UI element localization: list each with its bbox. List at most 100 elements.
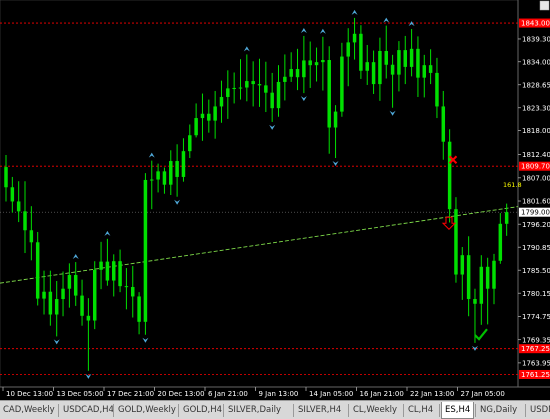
candle-body [314,62,319,66]
candle-body [378,50,382,85]
candle-body [188,135,192,152]
time-tick-label: 6 Jan 21:00 [208,390,248,398]
candle-body [226,88,230,97]
price-tick-label: 1818.00 [522,127,550,135]
fib-level-label: 161.8 [503,181,522,189]
candle-body [150,179,154,181]
candle-body [73,274,78,296]
chart-background [0,0,550,419]
candle-body [365,62,369,71]
candle-body [435,72,439,107]
candle-body [48,291,53,315]
price-tick-label: 1785.50 [522,267,550,275]
candle-body [289,69,293,77]
candle-body [245,81,249,88]
candle-body [181,151,186,177]
chart-tab[interactable]: GOLD,H4 [180,403,222,418]
window-close-icon[interactable] [539,0,550,11]
price-tick-label: 1796.20 [522,221,550,229]
candle-body [118,261,122,287]
candle-body [321,60,325,63]
candle-body [295,69,300,78]
chart-tab[interactable]: SILVER,Daily [225,403,292,418]
time-tick-label: 14 Jan 05:00 [309,390,353,398]
candle-body [80,295,84,316]
tab-separator [525,404,526,417]
chart-tab[interactable]: SILVER,H4 [295,403,347,418]
price-label-text: 1809.70 [521,163,550,171]
candle-body [466,255,471,300]
candle-body [143,179,148,322]
candle-body [333,111,338,128]
candle-body [270,92,274,109]
candle-body [219,96,224,107]
candle-body [485,266,490,289]
candle-body [92,269,97,321]
candle-body [390,64,395,75]
price-tick-label: 1839.30 [522,36,550,44]
candle-body [359,33,363,71]
chart-tab[interactable]: GOLD,Weekly [115,403,177,418]
candle-body [479,266,484,304]
candle-body [137,296,141,322]
price-label-text: 1761.25 [521,371,550,379]
candle-body [371,62,376,85]
candle-body [340,56,344,112]
candle-body [327,60,331,128]
price-tick-label: 1834.00 [522,58,550,66]
candle-body [4,167,8,188]
time-tick-label: 9 Jan 13:00 [259,390,299,398]
candle-body [416,48,420,78]
candle-body [409,48,414,67]
time-tick-label: 16 Jan 21:00 [360,390,404,398]
candle-body [194,118,198,136]
candle-body [492,260,496,289]
tab-separator [113,404,114,417]
chart-tab[interactable]: CL,H4 [405,403,438,418]
chart-tab[interactable]: USDMXN,H [527,403,550,418]
candle-body [207,113,211,121]
chart-tab[interactable]: USDCAD,H4 [60,403,114,418]
candle-body [346,42,350,57]
candle-body [200,113,205,119]
chart-tab[interactable]: NG,Daily [477,403,524,418]
price-label-text: 1767.25 [521,345,550,353]
candle-body [99,261,103,270]
candle-body [131,286,135,297]
chart-tab[interactable]: CAD,Weekly [0,403,57,418]
tab-separator [223,404,224,417]
candle-body [308,60,312,66]
candle-body [86,315,91,321]
price-chart[interactable]: 1839.30 1834.00 1828.65 1823.30 1818.00 1812.… [0,0,550,419]
candle-body [23,211,27,231]
candle-body [238,87,243,89]
price-tick-label: 1807.00 [522,174,550,182]
candle-body [232,87,236,89]
chart-tab[interactable]: CL,Weekly [350,403,402,418]
time-tick-label: 22 Jan 13:00 [410,390,454,398]
candle-body [504,212,509,224]
price-tick-label: 1774.75 [522,313,550,321]
candle-body [54,299,59,315]
candle-body [397,50,401,75]
price-tick-label: 1763.95 [522,359,550,367]
candle-body [352,33,357,43]
candle-body [441,106,446,142]
price-tick-label: 1812.40 [522,151,550,159]
candle-body [213,106,217,121]
current-price-text: 1799.00 [521,209,550,217]
candle-body [447,141,452,210]
chart-tab[interactable]: ES,H4 [441,402,474,419]
candle-body [473,299,477,304]
candle-body [276,81,281,109]
candle-body [264,85,268,93]
candle-body [257,84,262,86]
tab-separator [348,404,349,417]
candle-body [10,187,15,202]
tab-separator [439,404,440,417]
candle-body [169,161,173,185]
candle-body [428,65,433,73]
candle-body [42,291,46,299]
candle-body [35,242,40,299]
candle-body [111,261,116,281]
